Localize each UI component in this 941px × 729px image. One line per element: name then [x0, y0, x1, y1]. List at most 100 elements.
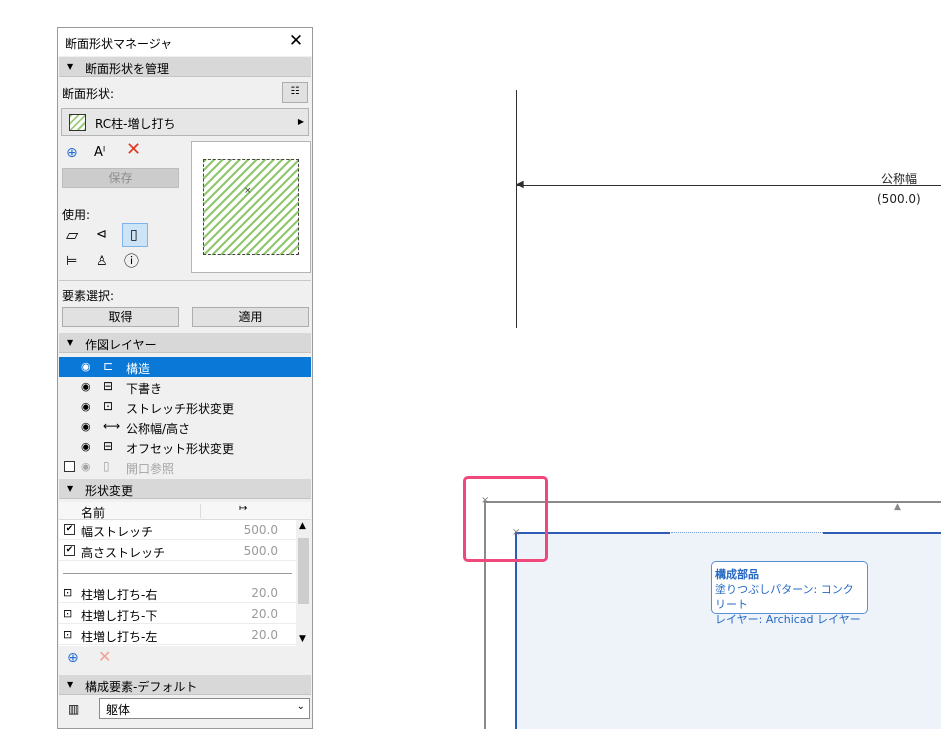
offset-icon: ⊡ — [63, 607, 73, 620]
layer-checkbox[interactable] — [64, 461, 75, 472]
center-mark-icon: × — [244, 186, 252, 196]
component-icon: ▥ — [68, 702, 80, 716]
profile-selector[interactable]: RC柱-増し打ち ▶ — [61, 108, 309, 136]
collapse-arrow-icon: ▼ — [67, 484, 74, 493]
section-drawing-layers[interactable]: ▼ 作図レイヤー — [59, 333, 311, 353]
column-usage-icon: ▯ — [130, 227, 138, 243]
layer-icon: ⊟ — [103, 379, 114, 393]
eye-icon[interactable]: ◉ — [81, 440, 91, 453]
row-value[interactable]: 20.0 — [251, 628, 278, 642]
edge-line — [823, 532, 941, 534]
layer-label: 下書き — [126, 382, 163, 396]
tooltip-heading: 構成部品 — [715, 568, 759, 581]
profile-manager-palette: 断面形状マネージャ ✕ ▼ 断面形状を管理 断面形状: ☷ RC柱-増し打ち ▶… — [57, 27, 313, 729]
profile-list-button[interactable]: ☷ — [282, 82, 308, 103]
eye-icon[interactable]: ◉ — [81, 420, 91, 433]
table-header: 名前 ↦ — [59, 502, 311, 520]
collapse-arrow-icon: ▼ — [67, 338, 74, 347]
profile-label: 断面形状: — [62, 87, 115, 101]
section-component-default[interactable]: ▼ 構成要素-デフォルト — [59, 675, 311, 695]
add-modifier-icon[interactable]: ⊕ — [67, 650, 79, 666]
layer-row-nominal[interactable]: ◉ ⟷ 公称幅/高さ — [59, 417, 311, 437]
scroll-up-icon[interactable]: ▲ — [299, 521, 306, 531]
table-row[interactable]: ✔ 幅ストレッチ 500.0 — [59, 520, 296, 540]
component-tooltip: 構成部品 塗りつぶしパターン: コンクリート レイヤー: Archicad レイ… — [711, 561, 868, 626]
highlight-box — [463, 476, 548, 562]
component-value: 躯体 — [106, 703, 131, 717]
new-profile-icon[interactable]: ⊕ — [66, 145, 78, 161]
layer-icon: ⟷ — [103, 419, 121, 433]
apply-button[interactable]: 適用 — [192, 307, 309, 327]
scroll-thumb[interactable] — [298, 538, 309, 604]
delete-icon[interactable]: ✕ — [126, 141, 141, 159]
delete-modifier-icon[interactable]: ✕ — [98, 649, 111, 665]
dimension-line — [517, 185, 941, 186]
column-value-header-icon: ↦ — [239, 503, 248, 514]
row-value[interactable]: 20.0 — [251, 586, 278, 600]
offset-icon: ⊡ — [63, 586, 73, 599]
table-scrollbar[interactable]: ▲ ▼ — [296, 520, 311, 646]
eye-icon[interactable]: ◉ — [81, 400, 91, 413]
section-modify[interactable]: ▼ 形状変更 — [59, 479, 311, 499]
layer-label: ストレッチ形状変更 — [126, 402, 235, 416]
row-name: 柱増し打ち-右 — [81, 588, 158, 602]
collapse-arrow-icon: ▼ — [67, 62, 74, 71]
preview-hatch — [203, 159, 299, 255]
info-icon[interactable]: ⓘ — [124, 253, 139, 269]
layer-label: 構造 — [126, 362, 151, 376]
fill-swatch-icon — [69, 114, 86, 131]
eye-icon[interactable]: ◉ — [81, 380, 91, 393]
usage-label: 使用: — [62, 208, 91, 222]
layer-label: 公称幅/高さ — [126, 422, 191, 436]
eye-icon[interactable]: ◉ — [81, 360, 91, 373]
table-row[interactable]: ⊡ 柱増し打ち-左 20.0 — [59, 625, 296, 645]
section-manage-profiles[interactable]: ▼ 断面形状を管理 — [59, 57, 311, 77]
tooltip-line: 塗りつぶしパターン: コンクリート — [715, 583, 854, 611]
column-name-header: 名前 — [81, 506, 106, 520]
layer-row-structure[interactable]: ◉ ⊏ 構造 — [59, 357, 311, 377]
section-label: 形状変更 — [85, 484, 134, 498]
element-select-label: 要素選択: — [62, 289, 115, 303]
row-name: 柱増し打ち-左 — [81, 630, 158, 644]
layer-list: ◉ ⊏ 構造 ◉ ⊟ 下書き ◉ ⊡ ストレッチ形状変更 ◉ ⟷ 公称幅/高さ … — [59, 357, 311, 477]
row-name: 幅ストレッチ — [81, 525, 154, 539]
chevron-down-icon: ⌄ — [296, 701, 305, 712]
list-icon: ☷ — [290, 86, 300, 97]
scroll-down-icon[interactable]: ▼ — [299, 634, 306, 644]
rename-icon[interactable]: Aᴵ — [94, 145, 105, 161]
row-value[interactable]: 20.0 — [251, 607, 278, 621]
beam-usage-icon[interactable]: ⊲ — [96, 227, 107, 243]
eye-icon[interactable]: ◉ — [81, 460, 91, 473]
save-button[interactable]: 保存 — [62, 168, 179, 188]
railing-usage-icon[interactable]: ⊨ — [66, 254, 77, 270]
profile-preview: × — [191, 141, 311, 273]
edge-line-dotted — [671, 532, 823, 533]
offset-icon: ⊡ — [63, 628, 73, 641]
layer-icon: ⊟ — [103, 439, 114, 453]
layer-label: 開口参照 — [126, 462, 175, 476]
row-value[interactable]: 500.0 — [244, 544, 278, 558]
layer-row-offset[interactable]: ◉ ⊟ オフセット形状変更 — [59, 437, 311, 457]
divider — [59, 280, 311, 281]
table-divider — [63, 573, 292, 574]
layer-row-draft[interactable]: ◉ ⊟ 下書き — [59, 377, 311, 397]
table-row[interactable]: ⊡ 柱増し打ち-右 20.0 — [59, 583, 296, 603]
row-value[interactable]: 500.0 — [244, 523, 278, 537]
reference-line — [516, 90, 517, 328]
row-checkbox[interactable]: ✔ — [64, 524, 75, 535]
row-checkbox[interactable]: ✔ — [64, 545, 75, 556]
column-usage-button[interactable]: ▯ — [122, 223, 148, 247]
table-row[interactable]: ⊡ 柱増し打ち-下 20.0 — [59, 604, 296, 624]
layer-row-stretch[interactable]: ◉ ⊡ ストレッチ形状変更 — [59, 397, 311, 417]
close-icon[interactable]: ✕ — [287, 31, 305, 51]
section-label: 断面形状を管理 — [85, 62, 170, 76]
get-button[interactable]: 取得 — [62, 307, 179, 327]
layer-row-opening[interactable]: ◉ ▯ 開口参照 — [59, 457, 311, 477]
section-label: 作図レイヤー — [85, 338, 157, 352]
layer-label: オフセット形状変更 — [126, 442, 235, 456]
wall-usage-icon[interactable]: ▱ — [66, 227, 78, 243]
table-row[interactable]: ✔ 高さストレッチ 500.0 — [59, 541, 296, 561]
object-usage-icon[interactable]: ♙ — [96, 254, 108, 270]
component-select[interactable]: 躯体 ⌄ — [99, 698, 310, 719]
column-separator — [200, 504, 201, 518]
